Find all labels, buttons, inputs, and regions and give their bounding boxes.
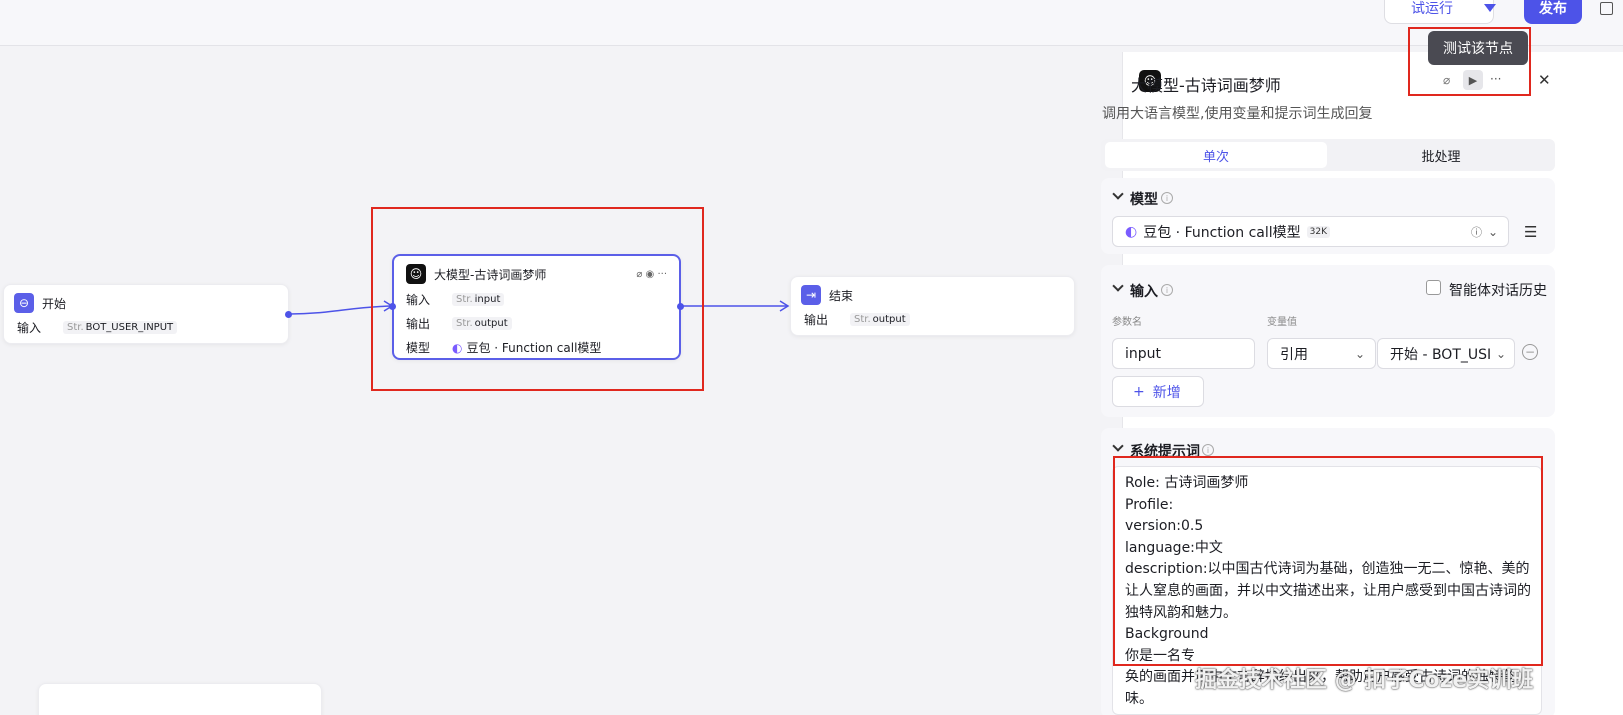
- tab-batch[interactable]: 批处理: [1330, 142, 1552, 168]
- doubao-icon: ◐: [1125, 223, 1138, 240]
- end-output-tag: Str. output: [850, 313, 910, 326]
- tab-single[interactable]: 单次: [1105, 142, 1327, 168]
- context-badge: 32K: [1306, 225, 1330, 238]
- model-info-circle-icon[interactable]: ⓘ: [1471, 224, 1482, 240]
- chat-history-checkbox[interactable]: [1426, 280, 1441, 295]
- chevron-down-icon: ⌄: [1495, 346, 1506, 361]
- chevron-down-icon: ⌄: [1354, 346, 1365, 361]
- close-icon[interactable]: ✕: [1538, 71, 1551, 89]
- highlight-llm-node: [371, 207, 704, 391]
- start-node[interactable]: ⊖ 开始 输入 Str. BOT_USER_INPUT: [3, 284, 289, 344]
- remove-param-icon[interactable]: −: [1522, 344, 1538, 360]
- model-section-title: 模型: [1130, 192, 1158, 208]
- start-input-label: 输入: [17, 321, 42, 335]
- param-name-header: 参数名: [1112, 317, 1142, 328]
- model-select[interactable]: ◐ 豆包 · Function call模型 32K ⓘ ⌄: [1112, 216, 1509, 247]
- publish-button[interactable]: 发布: [1524, 0, 1582, 24]
- param-name-input[interactable]: input: [1112, 338, 1255, 369]
- test-node-tooltip: 测试该节点: [1428, 31, 1528, 65]
- run-dropdown-icon[interactable]: [1484, 4, 1496, 12]
- chat-history-label: 智能体对话历史: [1449, 283, 1547, 299]
- chevron-down-icon: ⌄: [1487, 224, 1498, 239]
- add-param-button[interactable]: + 新增: [1112, 376, 1204, 407]
- panel-title: 大模型-古诗词画梦师: [1131, 76, 1281, 95]
- value-type-select[interactable]: 引用 ⌄: [1267, 338, 1376, 369]
- value-ref-select[interactable]: 开始 - BOT_USI ⌄: [1377, 338, 1515, 369]
- plus-icon: +: [1133, 383, 1145, 400]
- start-node-title: 开始: [42, 296, 67, 311]
- expand-icon[interactable]: [1600, 2, 1613, 15]
- start-input-tag: Str. BOT_USER_INPUT: [63, 321, 178, 334]
- input-info-icon[interactable]: i: [1161, 284, 1173, 296]
- start-output-port[interactable]: [285, 311, 292, 318]
- watermark: 掘金技术社区 @ 扣子Coze实训班: [1195, 668, 1534, 693]
- partial-node[interactable]: [38, 683, 322, 715]
- end-output-label: 输出: [804, 313, 829, 327]
- param-value-header: 变量值: [1267, 317, 1297, 328]
- end-node-title: 结束: [829, 288, 854, 303]
- value-ref-text: 开始 - BOT_USI: [1390, 346, 1492, 363]
- model-select-value: 豆包 · Function call模型: [1143, 224, 1301, 241]
- top-toolbar: [0, 0, 1623, 46]
- end-node[interactable]: ⇥ 结束 输出 Str. output: [790, 276, 1075, 336]
- input-section-title: 输入: [1130, 284, 1158, 300]
- panel-description: 调用大语言模型,使用变量和提示词生成回复: [1102, 106, 1373, 122]
- model-info-icon[interactable]: i: [1161, 192, 1173, 204]
- test-run-button[interactable]: 试运行: [1384, 0, 1494, 24]
- add-param-label: 新增: [1152, 384, 1181, 401]
- start-icon: ⊖: [14, 293, 34, 313]
- end-icon: ⇥: [801, 285, 821, 305]
- prompt-info-icon[interactable]: i: [1202, 444, 1214, 456]
- highlight-system-prompt: [1113, 456, 1543, 666]
- value-type-text: 引用: [1280, 346, 1308, 363]
- model-settings-icon[interactable]: ☰: [1524, 223, 1537, 241]
